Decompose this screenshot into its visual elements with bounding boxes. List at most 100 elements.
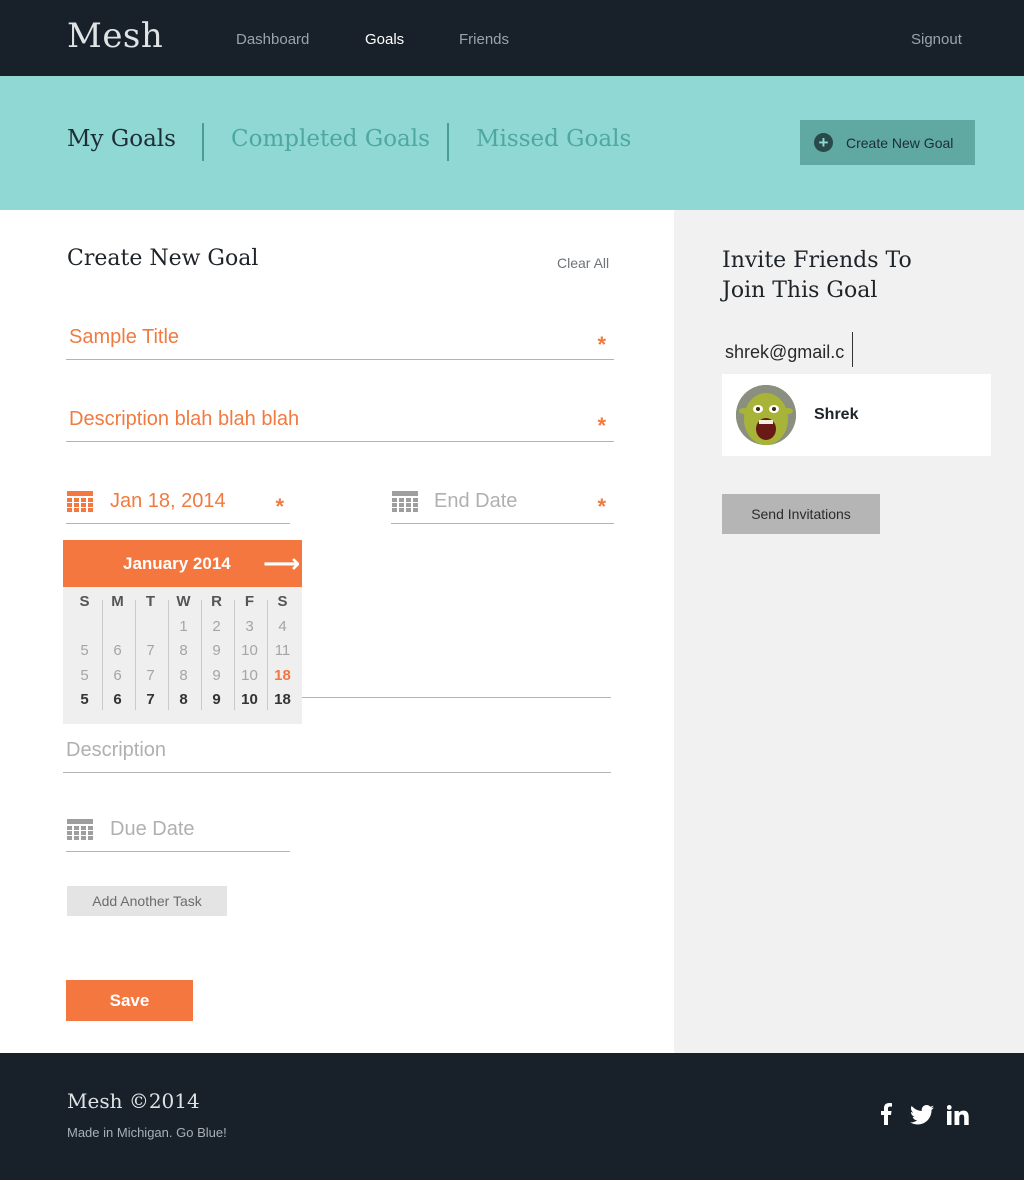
save-button[interactable]: Save bbox=[66, 980, 193, 1021]
tab-missed-goals[interactable]: Missed Goals bbox=[476, 126, 631, 152]
friend-suggestion[interactable]: Shrek bbox=[722, 374, 991, 456]
calendar-icon bbox=[67, 491, 93, 512]
create-new-goal-label: Create New Goal bbox=[846, 134, 954, 151]
brand-logo[interactable]: Mesh bbox=[67, 16, 163, 56]
calendar-day bbox=[134, 615, 167, 640]
text-caret bbox=[852, 332, 853, 367]
calendar-day[interactable]: 9 bbox=[200, 639, 233, 664]
calendar-icon bbox=[67, 819, 93, 840]
top-navbar: Mesh Dashboard Goals Friends Signout bbox=[0, 0, 1024, 76]
calendar-day[interactable]: 10 bbox=[233, 688, 266, 713]
goals-tabs-band: My Goals Completed Goals Missed Goals + … bbox=[0, 76, 1024, 210]
required-marker: * bbox=[597, 413, 606, 438]
weekday-label: F bbox=[244, 593, 255, 610]
calendar-day[interactable]: 8 bbox=[167, 688, 200, 713]
calendar-icon bbox=[392, 491, 418, 512]
start-date-field[interactable]: Jan 18, 2014 * bbox=[66, 482, 290, 524]
goal-description-field[interactable]: Description blah blah blah * bbox=[66, 401, 614, 442]
invite-heading-line2: Join This Goal bbox=[722, 278, 878, 303]
footer: Mesh ©2014 Made in Michigan. Go Blue! bbox=[0, 1053, 1024, 1180]
friend-email-input[interactable]: shrek@gmail.c bbox=[722, 338, 902, 368]
calendar-column: F 3 10 10 10 bbox=[233, 590, 266, 713]
calendar-column: M666 bbox=[101, 590, 134, 713]
invite-heading: Invite Friends To Join This Goal bbox=[722, 246, 962, 306]
calendar-column: S555 bbox=[68, 590, 101, 713]
form-heading: Create New Goal bbox=[67, 246, 259, 271]
calendar-day[interactable]: 3 bbox=[233, 615, 266, 640]
calendar-day[interactable]: 7 bbox=[134, 688, 167, 713]
date-picker-popup: January 2014 ⟶ S555M666T777W1888R2999F31… bbox=[63, 540, 302, 724]
tab-completed-goals[interactable]: Completed Goals bbox=[231, 126, 430, 152]
end-date-field[interactable]: End Date * bbox=[391, 482, 614, 524]
start-date-value: Jan 18, 2014 bbox=[110, 490, 226, 512]
calendar-column: S 4 11 18 18 bbox=[266, 590, 299, 713]
calendar-divider bbox=[102, 600, 103, 710]
goal-title-field[interactable]: Sample Title * bbox=[66, 320, 614, 360]
calendar-day[interactable]: 8 bbox=[167, 664, 200, 689]
calendar-day[interactable]: 10 bbox=[233, 664, 266, 689]
tab-my-goals[interactable]: My Goals bbox=[67, 126, 176, 152]
nav-dashboard[interactable]: Dashboard bbox=[236, 31, 309, 48]
date-picker-header: January 2014 ⟶ bbox=[63, 540, 302, 587]
invite-panel bbox=[674, 210, 1024, 1053]
required-marker: * bbox=[275, 494, 284, 519]
calendar-day[interactable]: 7 bbox=[134, 639, 167, 664]
nav-goals[interactable]: Goals bbox=[365, 31, 404, 48]
task-description-field[interactable]: Description bbox=[63, 732, 611, 773]
due-date-placeholder: Due Date bbox=[110, 818, 195, 840]
due-date-field[interactable]: Due Date bbox=[66, 810, 290, 852]
calendar-day bbox=[68, 615, 101, 640]
clear-all-link[interactable]: Clear All bbox=[557, 255, 609, 271]
weekday-label: S bbox=[79, 593, 90, 610]
weekday-label: S bbox=[277, 593, 288, 610]
task-title-underline bbox=[302, 697, 611, 698]
goal-title-value: Sample Title bbox=[69, 326, 180, 348]
calendar-divider bbox=[168, 600, 169, 710]
calendar-column: W1888 bbox=[167, 590, 200, 713]
calendar-day[interactable]: 2 bbox=[200, 615, 233, 640]
calendar-day[interactable]: 6 bbox=[101, 664, 134, 689]
end-date-placeholder: End Date bbox=[434, 490, 518, 512]
calendar-day[interactable]: 5 bbox=[68, 664, 101, 689]
footer-brand: Mesh ©2014 bbox=[67, 1089, 200, 1113]
calendar-column: T777 bbox=[134, 590, 167, 713]
signout-link[interactable]: Signout bbox=[911, 31, 962, 48]
facebook-icon[interactable] bbox=[880, 1103, 892, 1125]
calendar-day[interactable]: 5 bbox=[68, 688, 101, 713]
create-new-goal-button[interactable]: + Create New Goal bbox=[800, 120, 975, 165]
calendar-day[interactable]: 18 bbox=[266, 664, 299, 689]
tab-divider bbox=[447, 123, 449, 161]
task-description-placeholder: Description bbox=[66, 739, 167, 761]
friend-name: Shrek bbox=[814, 406, 859, 423]
calendar-day[interactable]: 18 bbox=[266, 688, 299, 713]
avatar bbox=[736, 385, 796, 445]
calendar-day[interactable]: 6 bbox=[101, 688, 134, 713]
calendar-day[interactable]: 4 bbox=[266, 615, 299, 640]
required-marker: * bbox=[597, 494, 606, 519]
weekday-label: W bbox=[176, 593, 191, 610]
calendar-day[interactable]: 8 bbox=[167, 639, 200, 664]
calendar-day[interactable]: 11 bbox=[266, 639, 299, 664]
send-invitations-button[interactable]: Send Invitations bbox=[722, 494, 880, 534]
plus-circle-icon: + bbox=[814, 133, 833, 152]
twitter-icon[interactable] bbox=[910, 1105, 934, 1125]
calendar-column: R2999 bbox=[200, 590, 233, 713]
calendar-day[interactable]: 10 bbox=[233, 639, 266, 664]
calendar-day[interactable]: 7 bbox=[134, 664, 167, 689]
calendar-day[interactable]: 1 bbox=[167, 615, 200, 640]
weekday-label: T bbox=[145, 593, 156, 610]
nav-friends[interactable]: Friends bbox=[459, 31, 509, 48]
invite-heading-line1: Invite Friends To bbox=[722, 248, 912, 273]
calendar-day[interactable]: 9 bbox=[200, 664, 233, 689]
calendar-day[interactable]: 6 bbox=[101, 639, 134, 664]
add-another-task-button[interactable]: Add Another Task bbox=[67, 886, 227, 916]
weekday-label: R bbox=[211, 593, 222, 610]
arrow-right-icon[interactable]: ⟶ bbox=[263, 548, 300, 579]
date-picker-month: January 2014 bbox=[123, 554, 231, 573]
linkedin-icon[interactable] bbox=[947, 1105, 969, 1125]
calendar-day[interactable]: 9 bbox=[200, 688, 233, 713]
calendar-divider bbox=[135, 600, 136, 710]
tab-divider bbox=[202, 123, 204, 161]
calendar-day bbox=[101, 615, 134, 640]
calendar-day[interactable]: 5 bbox=[68, 639, 101, 664]
